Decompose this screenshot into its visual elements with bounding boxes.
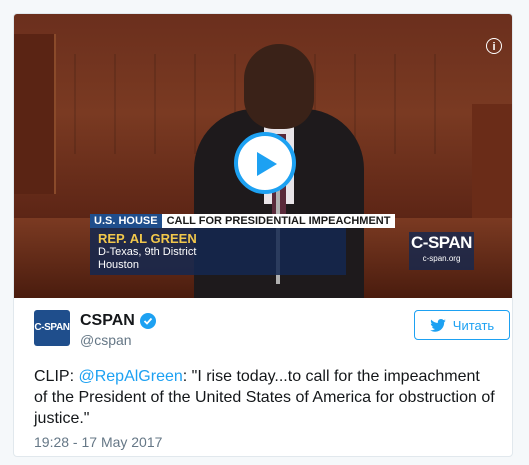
chamber-panel-right — [472, 104, 512, 224]
mention-link[interactable]: @RepAlGreen — [78, 368, 182, 385]
tweet-text: CLIP: @RepAlGreen: "I rise today...to ca… — [34, 366, 496, 429]
follow-button[interactable]: Читать — [414, 310, 510, 340]
speaker-name: REP. AL GREEN — [98, 231, 197, 246]
chamber-panel-left — [14, 34, 56, 194]
cspan-logo-url: c-span.org — [422, 254, 461, 263]
lower-third-header: U.S. HOUSE CALL FOR PRESIDENTIAL IMPEACH… — [90, 214, 420, 228]
avatar[interactable]: C-SPAN — [34, 310, 70, 346]
lower-third-caption: U.S. HOUSE CALL FOR PRESIDENTIAL IMPEACH… — [90, 214, 420, 275]
speaker-head — [244, 44, 314, 129]
info-icon[interactable]: i — [486, 38, 502, 54]
play-icon — [257, 152, 277, 176]
video-player[interactable]: i U.S. HOUSE CALL FOR PRESIDENTIAL IMPEA… — [14, 14, 512, 298]
cspan-logo-name: C-SPAN — [411, 233, 472, 252]
verified-badge-icon — [139, 313, 156, 329]
play-button[interactable] — [234, 132, 296, 194]
speaker-city: Houston — [98, 259, 139, 271]
cspan-watermark-logo: C-SPAN c-span.org — [409, 232, 474, 270]
tweet-timestamp[interactable]: 19:28 - 17 May 2017 — [34, 434, 162, 450]
topic-label: CALL FOR PRESIDENTIAL IMPEACHMENT — [161, 214, 396, 228]
tweet-text-prefix: CLIP: — [34, 368, 79, 385]
tweet-header: C-SPAN CSPAN @cspan Читать — [34, 310, 510, 350]
embedded-tweet-card: i U.S. HOUSE CALL FOR PRESIDENTIAL IMPEA… — [13, 13, 513, 457]
author-name[interactable]: CSPAN — [80, 312, 135, 330]
author-handle[interactable]: @cspan — [80, 332, 132, 348]
follow-button-label: Читать — [452, 317, 495, 333]
speaker-district: D-Texas, 9th District — [98, 246, 197, 258]
chamber-label: U.S. HOUSE — [90, 214, 162, 228]
speaker-info-box: REP. AL GREEN D-Texas, 9th District Hous… — [90, 228, 346, 275]
twitter-bird-icon — [429, 318, 446, 332]
author-name-row[interactable]: CSPAN — [80, 312, 156, 330]
